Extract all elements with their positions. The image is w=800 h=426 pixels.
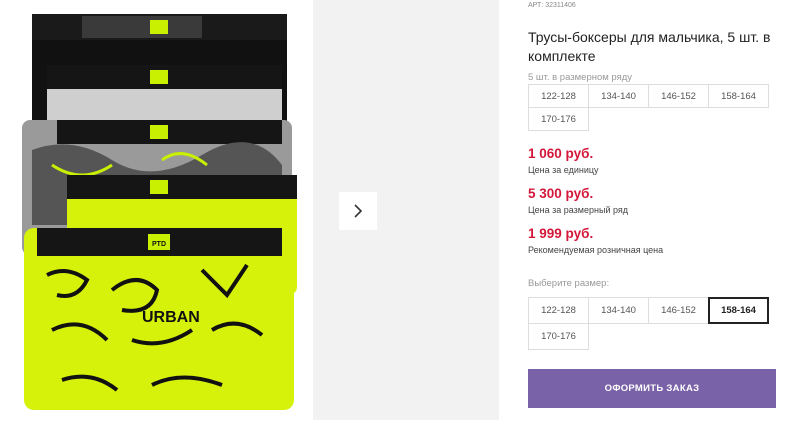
- product-gallery: PTD URBAN: [0, 0, 500, 426]
- unit-price: 1 060 руб.: [528, 146, 594, 161]
- size-select-label: Выберите размер:: [528, 278, 610, 289]
- size-option[interactable]: 170-176: [528, 323, 589, 350]
- unit-price-label: Цена за единицу: [528, 165, 599, 175]
- chevron-right-icon: [354, 204, 363, 218]
- set-size-chip: 134-140: [588, 84, 649, 108]
- set-price-label: Цена за размерный ряд: [528, 205, 629, 215]
- retail-price: 1 999 руб.: [528, 226, 594, 241]
- set-sizes-label: 5 шт. в размерном ряду: [528, 72, 633, 83]
- product-photo: PTD URBAN: [22, 14, 297, 410]
- article-number: АРТ: 32311406: [528, 2, 576, 9]
- svg-text:URBAN: URBAN: [142, 309, 200, 326]
- size-option[interactable]: 134-140: [588, 297, 649, 324]
- set-size-chip: 158-164: [708, 84, 769, 108]
- set-sizes-list: 122-128 134-140 146-152 158-164 170-176: [528, 84, 769, 131]
- set-price: 5 300 руб.: [528, 186, 594, 201]
- retail-price-label: Рекомендуемая розничная цена: [528, 245, 664, 255]
- set-size-chip: 170-176: [528, 107, 589, 131]
- set-size-chip: 146-152: [648, 84, 709, 108]
- product-title: Трусы-боксеры для мальчика, 5 шт. в комп…: [528, 29, 771, 64]
- size-option[interactable]: 146-152: [648, 297, 709, 324]
- place-order-button[interactable]: ОФОРМИТЬ ЗАКАЗ: [528, 369, 776, 408]
- size-option-selected[interactable]: 158-164: [708, 297, 769, 324]
- next-image-button[interactable]: [339, 192, 377, 230]
- size-selector: 122-128 134-140 146-152 158-164 170-176: [528, 297, 769, 350]
- set-size-chip: 122-128: [528, 84, 589, 108]
- brand-tag-text: PTD: [152, 241, 166, 248]
- article-value: 32311406: [545, 2, 576, 9]
- article-label: АРТ:: [528, 2, 544, 9]
- size-option[interactable]: 122-128: [528, 297, 589, 324]
